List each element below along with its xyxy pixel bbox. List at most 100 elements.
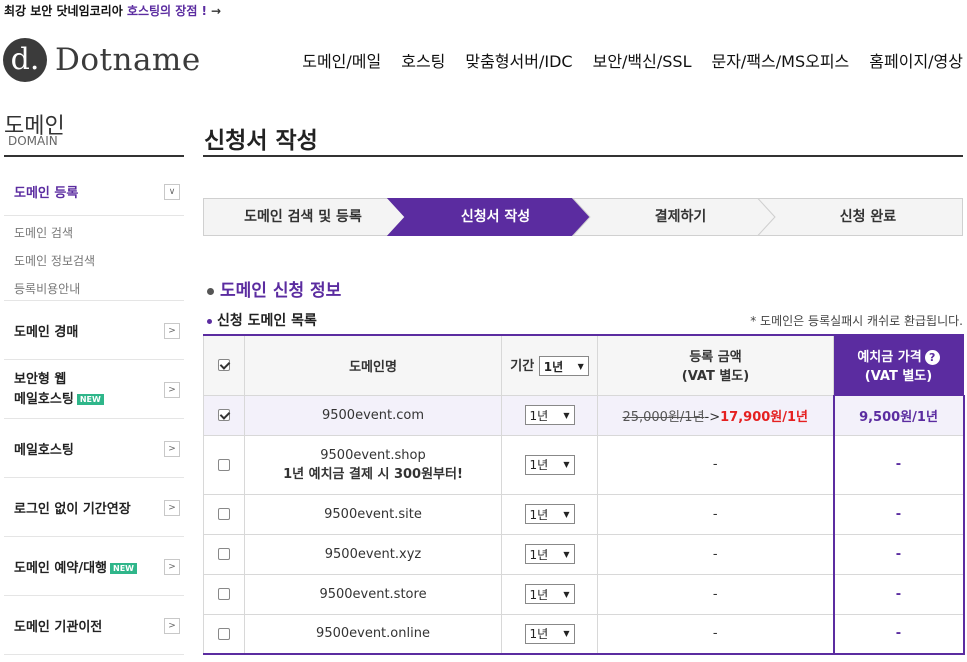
period-select[interactable]: 1년 ▼: [524, 454, 575, 475]
caret-down-icon: ▼: [563, 629, 570, 639]
period-cell: 1년 ▼: [501, 394, 598, 436]
row-checkbox-cell: [203, 493, 245, 535]
sidebar-item-domain-transfer[interactable]: 도메인 기관이전 >: [4, 597, 184, 655]
caret-down-icon: ▼: [563, 460, 570, 469]
header-deposit-label: 예치금 가격: [857, 350, 922, 366]
deposit-price: 9,500원/1년: [832, 394, 965, 436]
chevron-down-icon[interactable]: ∨: [164, 183, 180, 200]
logo-text: Dotname: [55, 42, 201, 78]
row-checkbox[interactable]: [218, 548, 230, 560]
chevron-right-icon[interactable]: >: [164, 440, 180, 457]
promo-text: 최강 보안 닷네임코리아: [4, 4, 127, 18]
domain-name: 9500event.site: [244, 493, 502, 535]
period-value: 1년: [529, 507, 549, 522]
table-row: 9500event.online 1년 ▼ - -: [203, 613, 965, 655]
nav-server-idc[interactable]: 맞춤형서버/IDC: [465, 48, 572, 72]
chevron-right-icon[interactable]: >: [164, 381, 180, 398]
row-checkbox-cell: [203, 434, 245, 495]
section-title-text: 도메인 신청 정보: [220, 281, 342, 301]
sidebar-item-label: 보안형 웹: [14, 372, 67, 387]
row-checkbox-cell: [203, 573, 245, 615]
chevron-right-icon[interactable]: >: [164, 499, 180, 516]
domain-name: 9500event.xyz: [244, 533, 502, 575]
global-nav: 도메인/메일 호스팅 맞춤형서버/IDC 보안/백신/SSL 문자/팩스/MS오…: [282, 48, 963, 72]
header-price: 등록 금액 (VAT 별도): [597, 334, 834, 396]
sidebar-divider-line: [4, 300, 184, 301]
nav-domain-mail[interactable]: 도메인/메일: [302, 48, 381, 72]
header-price-label: 등록 금액: [689, 350, 742, 366]
sidebar-item-label: 로그인 없이 기간연장: [14, 502, 131, 517]
table-header-row: 도메인명 기간 1년 ▼ 등록 금액 (VAT 별도) 예치금 가격? (VAT 별도…: [203, 334, 964, 396]
period-cell: 1년 ▼: [501, 613, 598, 655]
row-checkbox-cell: [203, 394, 245, 436]
price-cell: 25,000원/1년->17,900원/1년: [597, 394, 834, 436]
row-checkbox[interactable]: [218, 627, 230, 640]
period-select[interactable]: 1년 ▼: [524, 544, 575, 564]
period-select-all[interactable]: 1년 ▼: [538, 356, 589, 376]
period-select[interactable]: 1년 ▼: [524, 584, 575, 604]
period-select[interactable]: 1년 ▼: [524, 623, 575, 644]
nav-sms-fax-office[interactable]: 문자/팩스/MS오피스: [711, 48, 849, 72]
sidebar-item-label: 도메인 예약/대행: [14, 561, 107, 576]
promo-highlight: 호스팅의 장점 !: [126, 4, 208, 18]
promo-banner[interactable]: 최강 보안 닷네임코리아 호스팅의 장점 ! →: [4, 2, 221, 19]
header-period-label: 기간: [510, 358, 535, 374]
period-select[interactable]: 1년 ▼: [524, 405, 575, 425]
sidebar-item-renew-without-login[interactable]: 로그인 없이 기간연장 >: [4, 479, 184, 537]
chevron-right-icon[interactable]: >: [164, 617, 180, 634]
row-checkbox[interactable]: [218, 588, 230, 600]
period-cell: 1년 ▼: [501, 533, 598, 575]
period-value: 1년: [529, 627, 549, 642]
list-title-text: 신청 도메인 목록: [217, 313, 317, 329]
table-row: 9500event.com 1년 ▼ 25,000원/1년->17,900원/1년…: [203, 394, 965, 436]
deposit-price: -: [832, 493, 965, 535]
step-indicator: 도메인 검색 및 등록 신청서 작성 결제하기 신청 완료: [203, 198, 963, 236]
nav-security-ssl[interactable]: 보안/백신/SSL: [593, 48, 692, 72]
header-domain: 도메인명: [244, 334, 502, 396]
nav-hosting[interactable]: 호스팅: [401, 48, 445, 72]
header-period: 기간 1년 ▼: [501, 334, 598, 396]
dotname-logo[interactable]: d. Dotname: [3, 38, 201, 82]
sidebar-sub-domain-whois[interactable]: 도메인 정보검색: [14, 252, 95, 269]
sidebar-item-label: 도메인 기관이전: [14, 620, 103, 635]
nav-homepage-video[interactable]: 홈페이지/영상: [869, 48, 963, 72]
logo-mark: d.: [3, 38, 47, 82]
title-divider: [203, 155, 963, 157]
sidebar-item-domain-register[interactable]: 도메인 등록 ∨: [4, 168, 184, 216]
sidebar-item-label-line2: 메일호스팅: [14, 391, 74, 407]
period-select[interactable]: 1년 ▼: [524, 504, 575, 524]
row-checkbox[interactable]: [218, 458, 230, 471]
new-badge: NEW: [110, 563, 137, 574]
row-checkbox[interactable]: [218, 409, 230, 421]
price-cell: -: [597, 573, 834, 615]
chevron-right-icon[interactable]: >: [164, 558, 180, 575]
bullet-icon: [207, 318, 212, 324]
list-title: 신청 도메인 목록: [207, 310, 317, 330]
domain-list-table: 도메인명 기간 1년 ▼ 등록 금액 (VAT 별도) 예치금 가격? (VAT 별도…: [203, 334, 965, 655]
row-checkbox[interactable]: [218, 508, 230, 520]
domain-name-cell: 9500event.shop 1년 예치금 결제 시 300원부터!: [244, 434, 502, 495]
price-arrow: ->: [704, 409, 721, 425]
sidebar-item-domain-reservation[interactable]: 도메인 예약/대행 NEW >: [4, 538, 184, 596]
price-old: 25,000원/1년: [622, 409, 705, 425]
step-domain-search: 도메인 검색 및 등록: [244, 209, 362, 225]
deposit-price: -: [832, 573, 965, 615]
sidebar-subtitle: DOMAIN: [8, 134, 58, 148]
sidebar-sub-domain-search[interactable]: 도메인 검색: [14, 224, 73, 241]
arrow-right-icon: →: [211, 4, 222, 18]
sidebar-item-domain-auction[interactable]: 도메인 경매 >: [4, 302, 184, 360]
chevron-right-icon[interactable]: >: [164, 322, 180, 339]
sidebar-item-mail-hosting[interactable]: 메일호스팅 >: [4, 420, 184, 478]
caret-down-icon: ▼: [563, 509, 570, 519]
section-title: 도메인 신청 정보: [207, 276, 341, 301]
price-cell: -: [597, 434, 834, 495]
help-icon[interactable]: ?: [924, 350, 940, 366]
page-title: 신청서 작성: [204, 128, 318, 154]
period-value: 1년: [529, 408, 549, 423]
domain-name: 9500event.com: [244, 394, 502, 436]
sidebar-item-secure-mail-hosting[interactable]: 보안형 웹 메일호스팅 NEW >: [4, 361, 184, 419]
price-cell: -: [597, 613, 834, 655]
select-all-checkbox[interactable]: [218, 359, 230, 372]
sidebar-sub-price-guide[interactable]: 등록비용안내: [14, 280, 80, 297]
table-row: 9500event.shop 1년 예치금 결제 시 300원부터! 1년 ▼ - …: [203, 434, 965, 495]
